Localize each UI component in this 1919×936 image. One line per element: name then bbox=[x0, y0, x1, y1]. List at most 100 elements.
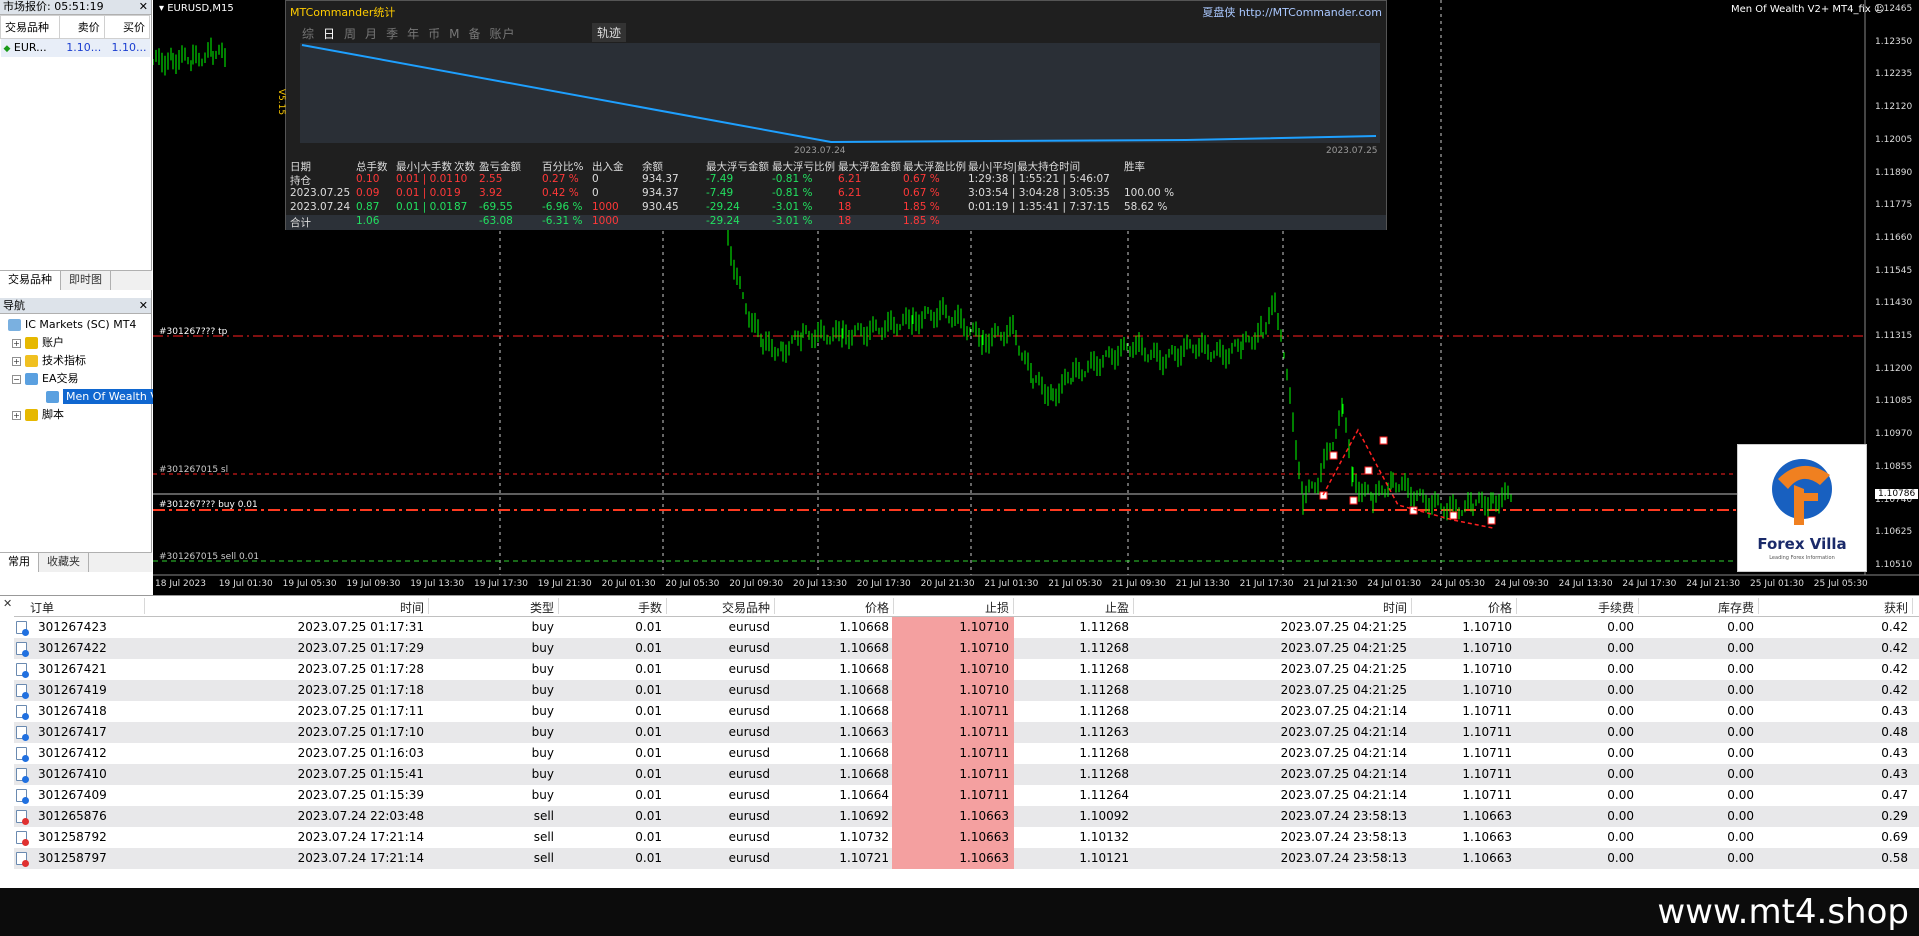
table-cell: 0.47 bbox=[1881, 788, 1908, 802]
table-row[interactable]: 301258797 2023.07.24 17:21:14 sell 0.01 euru… bbox=[14, 848, 1919, 869]
mtc-cell: 0.27 % bbox=[542, 173, 579, 185]
col-header[interactable]: 订单 bbox=[30, 599, 140, 616]
table-cell: 0.00 bbox=[1727, 704, 1754, 718]
chevron-down-icon[interactable]: ▾ bbox=[159, 3, 164, 14]
nav-item-accounts[interactable]: + 账户 bbox=[12, 334, 64, 352]
mtc-cell: 6.21 bbox=[838, 173, 862, 185]
table-row[interactable]: 301267419 2023.07.25 01:17:18 buy 0.01 eurus… bbox=[14, 680, 1919, 701]
table-row[interactable]: 301258792 2023.07.24 17:21:14 sell 0.01 euru… bbox=[14, 827, 1919, 848]
table-row[interactable]: 301267423 2023.07.25 01:17:31 buy 0.01 eurus… bbox=[14, 617, 1919, 638]
col-symbol[interactable]: 交易品种 bbox=[0, 15, 60, 39]
tp-line-label: #301267??? tp bbox=[159, 327, 228, 337]
table-row[interactable]: 301267410 2023.07.25 01:15:41 buy 0.01 eurus… bbox=[14, 764, 1919, 785]
col-header[interactable]: 价格 bbox=[1414, 599, 1512, 616]
table-row[interactable]: 301267421 2023.07.25 01:17:28 buy 0.01 eurus… bbox=[14, 659, 1919, 680]
col-header[interactable]: 类型 bbox=[439, 599, 554, 616]
col-divider[interactable] bbox=[1013, 598, 1014, 614]
time-tick: 25 Jul 05:30 bbox=[1813, 579, 1868, 589]
col-ask[interactable]: 买价 bbox=[103, 15, 151, 39]
col-header[interactable]: 价格 bbox=[774, 599, 889, 616]
table-cell: 1.10710 bbox=[1462, 641, 1512, 655]
table-cell: 0.00 bbox=[1727, 830, 1754, 844]
table-cell: 2023.07.25 04:21:14 bbox=[1280, 767, 1407, 781]
indicator-icon bbox=[25, 355, 38, 367]
tab-favorites[interactable]: 收藏夹 bbox=[39, 553, 89, 572]
table-cell: 0.43 bbox=[1881, 704, 1908, 718]
collapse-icon[interactable]: − bbox=[12, 374, 21, 384]
nav-item-experts[interactable]: − EA交易 bbox=[12, 370, 78, 388]
col-header[interactable]: 止盈 bbox=[1017, 599, 1129, 616]
col-divider[interactable] bbox=[428, 598, 429, 614]
mtc-version: V5.15 bbox=[276, 88, 287, 116]
chart-symbol-title: ▾ EURUSD,M15 bbox=[159, 3, 234, 14]
table-cell: 2023.07.24 22:03:48 bbox=[297, 809, 424, 823]
nav-item-indicators[interactable]: + 技术指标 bbox=[12, 352, 86, 370]
buy-order-icon bbox=[16, 768, 29, 783]
table-cell: 301267418 bbox=[38, 704, 107, 718]
col-divider[interactable] bbox=[1912, 598, 1913, 614]
time-tick: 20 Jul 01:30 bbox=[601, 579, 656, 589]
trade-marker bbox=[1487, 516, 1496, 525]
table-row[interactable]: 301267409 2023.07.25 01:15:39 buy 0.01 eurus… bbox=[14, 785, 1919, 806]
col-header[interactable]: 库存费 bbox=[1636, 599, 1754, 616]
table-cell: 0.00 bbox=[1607, 662, 1634, 676]
col-header[interactable]: 时间 bbox=[1132, 599, 1407, 616]
close-icon[interactable]: ✕ bbox=[139, 0, 148, 14]
col-divider[interactable] bbox=[1411, 598, 1412, 614]
navigator-tabs: 常用 收藏夹 bbox=[0, 552, 152, 572]
time-tick: 21 Jul 09:30 bbox=[1112, 579, 1166, 589]
table-cell: 0.00 bbox=[1727, 767, 1754, 781]
expand-icon[interactable]: + bbox=[12, 338, 21, 348]
trade-marker bbox=[1379, 436, 1388, 445]
mtc-cell: 1.06 bbox=[356, 215, 380, 227]
col-header[interactable]: 手数 bbox=[562, 599, 662, 616]
col-header[interactable]: 手续费 bbox=[1514, 599, 1634, 616]
mtc-cell: -7.49 bbox=[706, 187, 734, 199]
table-row[interactable]: 301267412 2023.07.25 01:16:03 buy 0.01 eurus… bbox=[14, 743, 1919, 764]
table-cell: 2023.07.25 01:17:11 bbox=[297, 704, 424, 718]
nav-item-broker[interactable]: IC Markets (SC) MT4 bbox=[8, 316, 136, 334]
table-cell: buy bbox=[531, 788, 554, 802]
table-cell: 1.11268 bbox=[1079, 641, 1129, 655]
mtc-cell: -0.81 % bbox=[772, 173, 813, 185]
symbol-cell[interactable]: ◆ EUR... bbox=[0, 38, 59, 57]
equity-date-start: 2023.07.24 bbox=[794, 146, 846, 156]
nav-item-scripts[interactable]: + 脚本 bbox=[12, 406, 64, 424]
nav-label: IC Markets (SC) MT4 bbox=[25, 318, 137, 331]
tab-tick-chart[interactable]: 即时图 bbox=[61, 271, 111, 290]
col-bid[interactable]: 卖价 bbox=[58, 15, 105, 39]
table-cell: 0.01 bbox=[635, 662, 662, 676]
mtc-cell: -6.96 % bbox=[542, 201, 583, 213]
col-header[interactable]: 时间 bbox=[139, 599, 424, 616]
mtc-header: 最大浮盈金额 bbox=[838, 161, 901, 173]
ask-cell[interactable]: 1.10... bbox=[104, 38, 150, 57]
table-row[interactable]: 301267418 2023.07.25 01:17:11 buy 0.01 eurus… bbox=[14, 701, 1919, 722]
col-divider[interactable] bbox=[558, 598, 559, 614]
col-header[interactable]: 交易品种 bbox=[665, 599, 770, 616]
tab-common[interactable]: 常用 bbox=[0, 553, 39, 572]
table-row[interactable]: 301267417 2023.07.25 01:17:10 buy 0.01 eurus… bbox=[14, 722, 1919, 743]
market-watch-row[interactable]: ◆ EUR... 1.10... 1.10... bbox=[0, 38, 150, 57]
mtc-cell: 0.67 % bbox=[903, 187, 940, 199]
expand-icon[interactable]: + bbox=[12, 410, 21, 420]
ea-label: Men Of Wealth V2+ MT4_fix bbox=[1731, 4, 1871, 15]
price-tick: 1.10625 bbox=[1875, 527, 1913, 538]
table-row[interactable]: 301265876 2023.07.24 22:03:48 sell 0.01 euru… bbox=[14, 806, 1919, 827]
time-tick: 21 Jul 05:30 bbox=[1048, 579, 1103, 589]
col-header[interactable]: 止损 bbox=[894, 599, 1009, 616]
nav-item-men-of-wealth[interactable]: Men Of Wealth V2 bbox=[46, 388, 168, 406]
script-icon bbox=[25, 409, 38, 421]
close-icon[interactable]: ✕ bbox=[3, 597, 12, 610]
buy-order-icon bbox=[16, 747, 29, 762]
col-header[interactable]: 获利 bbox=[1756, 599, 1908, 616]
table-cell: 0.00 bbox=[1727, 641, 1754, 655]
table-cell: 0.43 bbox=[1881, 767, 1908, 781]
forex-villa-logo: Forex Villa Leading Forex Information bbox=[1737, 444, 1867, 572]
bid-cell[interactable]: 1.10... bbox=[59, 38, 105, 57]
tab-symbols[interactable]: 交易品种 bbox=[0, 271, 61, 290]
expand-icon[interactable]: + bbox=[12, 356, 21, 366]
close-icon[interactable]: ✕ bbox=[139, 299, 148, 312]
mtc-cell: 930.45 bbox=[642, 201, 679, 213]
table-row[interactable]: 301267422 2023.07.25 01:17:29 buy 0.01 eurus… bbox=[14, 638, 1919, 659]
table-cell: 2023.07.24 17:21:14 bbox=[297, 851, 424, 865]
